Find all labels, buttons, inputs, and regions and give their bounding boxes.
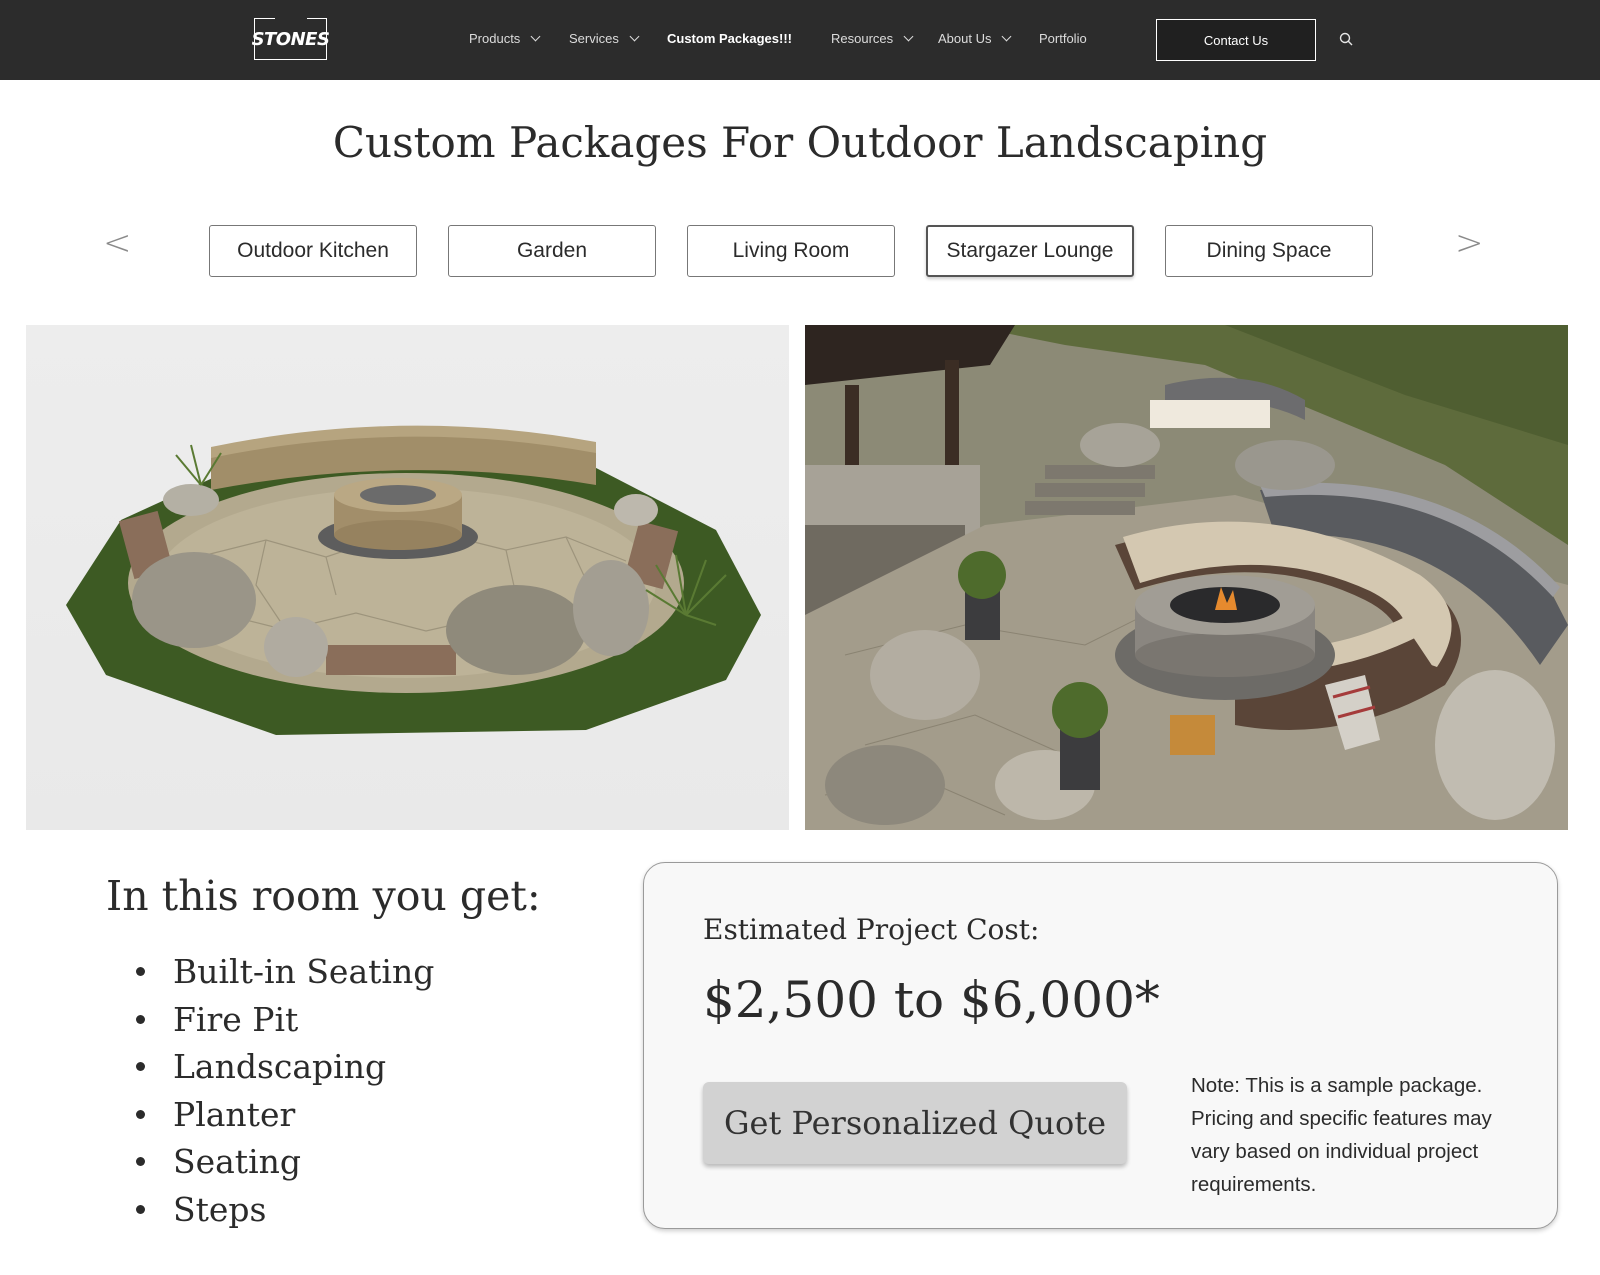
chevron-down-icon (903, 31, 914, 42)
feature-label: Landscaping (173, 1047, 387, 1087)
pricing-note: Note: This is a sample package. Pricing … (1191, 1074, 1492, 1196)
stones-logo[interactable]: STONES (251, 17, 330, 60)
nav-about-us-label: About Us (938, 31, 992, 46)
search-icon[interactable] (1339, 32, 1353, 46)
feature-label: Built-in Seating (173, 952, 435, 992)
chevron-down-icon (530, 31, 541, 42)
bullet-icon (136, 1204, 145, 1214)
nav-products[interactable]: Products (469, 31, 541, 46)
nav-resources-label: Resources (831, 31, 894, 46)
features-list: Built-in Seating Fire Pit Landscaping Pl… (136, 948, 434, 1233)
cost-label: Estimated Project Cost: (703, 913, 1040, 946)
nav-services-label: Services (569, 31, 619, 46)
cost-value: $2,500 to $6,000* (703, 971, 1160, 1029)
feature-label: Fire Pit (173, 999, 299, 1039)
list-item: Seating (136, 1138, 434, 1186)
list-item: Landscaping (136, 1043, 434, 1091)
lounge-photo-illustration (805, 325, 1568, 830)
list-item: Planter (136, 1091, 434, 1139)
package-photo-image (805, 325, 1568, 830)
top-navigation-bar: STONES Products Services Custom Packages… (0, 0, 1600, 80)
nav-resources[interactable]: Resources (831, 31, 914, 46)
nav-portfolio[interactable]: Portfolio (1039, 31, 1087, 46)
feature-label: Seating (173, 1142, 302, 1182)
list-item: Built-in Seating (136, 948, 434, 996)
next-arrow-icon[interactable]: > (1455, 226, 1484, 260)
bullet-icon (136, 967, 145, 977)
logo-notch (275, 17, 307, 23)
chevron-down-icon (629, 31, 640, 42)
bullet-icon (136, 1014, 145, 1024)
nav-services[interactable]: Services (569, 31, 640, 46)
tab-outdoor-kitchen[interactable]: Outdoor Kitchen (209, 225, 417, 277)
tab-living-room[interactable]: Living Room (687, 225, 895, 277)
features-heading: In this room you get: (106, 872, 541, 920)
feature-label: Steps (173, 1189, 267, 1229)
feature-label: Planter (173, 1094, 296, 1134)
nav-portfolio-label: Portfolio (1039, 31, 1087, 46)
chevron-down-icon (1002, 31, 1012, 42)
package-3d-render-image (26, 325, 789, 830)
tab-dining-space[interactable]: Dining Space (1165, 225, 1373, 277)
nav-custom-packages[interactable]: Custom Packages!!! (667, 31, 792, 46)
nav-about-us[interactable]: About Us (938, 31, 1012, 46)
cost-card: Estimated Project Cost: $2,500 to $6,000… (643, 862, 1558, 1229)
bullet-icon (136, 1157, 145, 1167)
contact-us-button[interactable]: Contact Us (1156, 19, 1316, 61)
list-item: Steps (136, 1186, 434, 1234)
logo-text: STONES (251, 28, 330, 50)
bullet-icon (136, 1109, 145, 1119)
nav-custom-packages-label: Custom Packages!!! (667, 31, 792, 46)
fire-pit-render-illustration (66, 425, 761, 735)
list-item: Fire Pit (136, 996, 434, 1044)
nav-products-label: Products (469, 31, 521, 46)
page-title: Custom Packages For Outdoor Landscaping (332, 118, 1268, 167)
get-quote-button[interactable]: Get Personalized Quote (703, 1082, 1127, 1164)
tab-stargazer-lounge[interactable]: Stargazer Lounge (926, 225, 1134, 277)
previous-arrow-icon[interactable]: < (103, 226, 132, 260)
bullet-icon (136, 1062, 145, 1072)
tab-garden[interactable]: Garden (448, 225, 656, 277)
